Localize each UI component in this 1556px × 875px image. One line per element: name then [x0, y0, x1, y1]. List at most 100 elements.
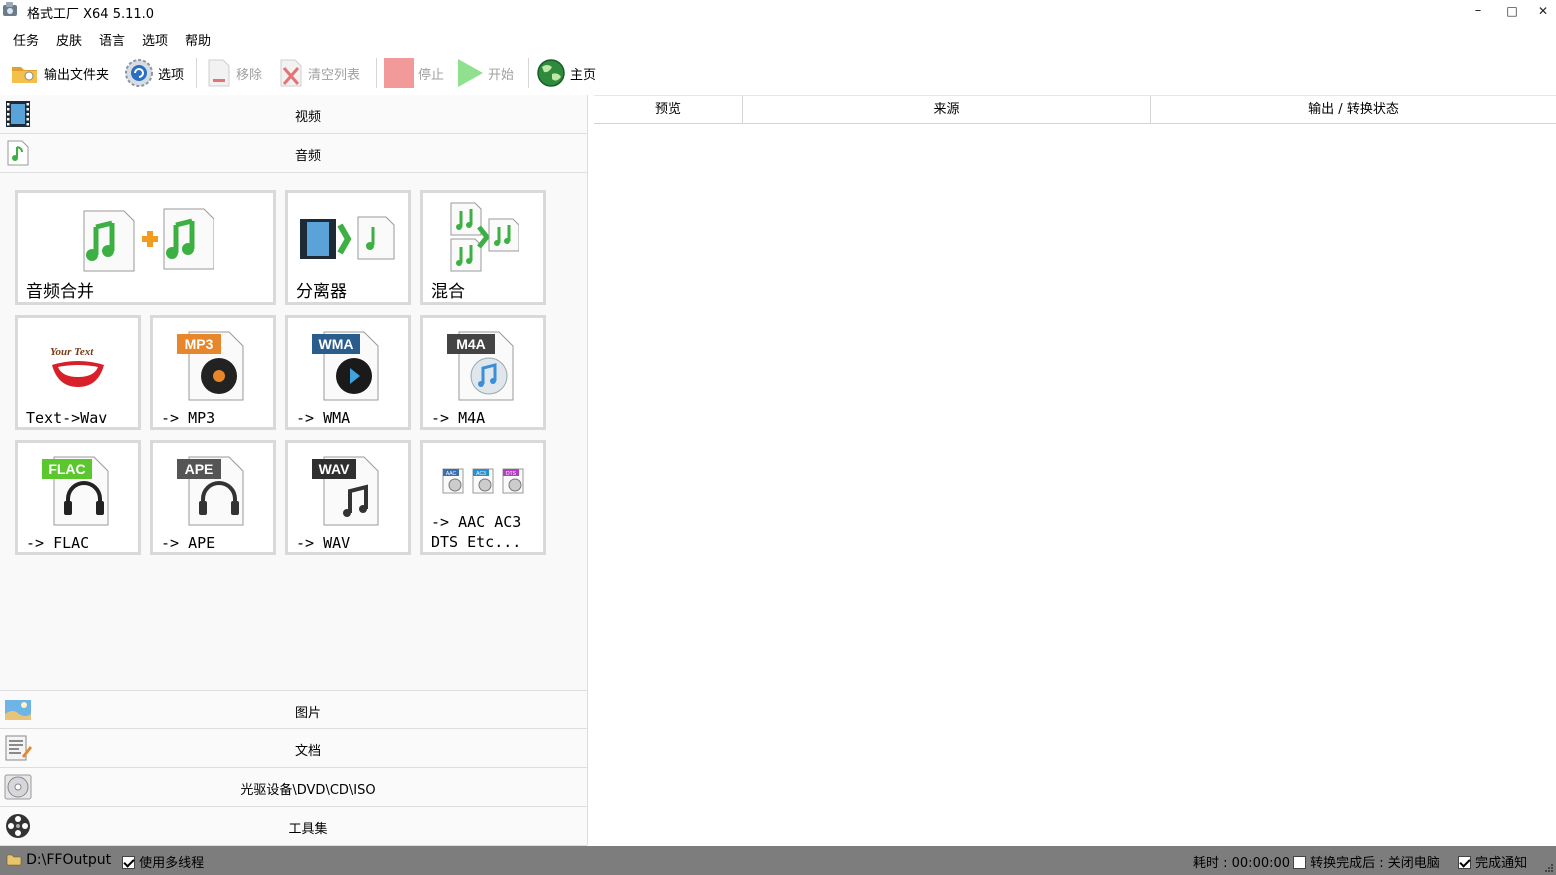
- remove-label: 移除: [236, 67, 263, 83]
- aac-badge: AAC: [446, 471, 457, 477]
- menu-language[interactable]: 语言: [99, 30, 125, 49]
- tile-m4a[interactable]: M4A -> M4A: [420, 315, 546, 430]
- title-bar: 格式工厂 X64 5.11.0 – □ ✕: [0, 0, 1556, 24]
- tile-ape-label: -> APE: [161, 534, 216, 552]
- tile-audio-merge-label: 音频合并: [26, 282, 94, 302]
- options-button[interactable]: 选项: [124, 56, 184, 90]
- wma-file-icon: WMA: [312, 331, 379, 401]
- column-preview[interactable]: 预览: [594, 96, 743, 124]
- category-optical[interactable]: 光驱设备\DVD\CD\ISO: [0, 768, 587, 807]
- menu-options[interactable]: 选项: [142, 30, 168, 49]
- flac-file-icon: FLAC: [42, 456, 109, 526]
- category-audio[interactable]: 音频: [0, 134, 587, 173]
- toolbar-separator: [376, 58, 377, 88]
- category-audio-label: 音频: [294, 149, 321, 164]
- menu-help[interactable]: 帮助: [185, 30, 211, 49]
- globe-icon: [537, 59, 565, 87]
- tile-text-to-wav[interactable]: Your Text Text->Wav: [15, 315, 141, 430]
- gear-icon: [125, 59, 153, 87]
- tile-wma[interactable]: WMA -> WMA: [285, 315, 411, 430]
- column-source[interactable]: 来源: [743, 96, 1151, 124]
- maximize-button[interactable]: □: [1496, 0, 1528, 24]
- notify-checkbox[interactable]: [1458, 856, 1471, 869]
- after-convert-checkbox[interactable]: [1293, 856, 1306, 869]
- clear-list-label: 清空列表: [308, 67, 361, 83]
- tile-audio-merge[interactable]: 音频合并: [15, 190, 276, 305]
- tile-splitter[interactable]: 分离器: [285, 190, 411, 305]
- tile-aac-ac3-dts[interactable]: AAC AC3 DTS -> AAC AC3 DTS Etc...: [420, 440, 546, 555]
- category-panel: 视频 音频 音频合并 分离器 混合 Your Text Text->Wav MP…: [0, 95, 588, 846]
- menu-task[interactable]: 任务: [13, 30, 39, 49]
- category-picture[interactable]: 图片: [0, 690, 587, 729]
- multi-format-icon: AAC AC3 DTS: [442, 468, 524, 494]
- ac3-badge: AC3: [476, 471, 486, 477]
- ape-file-icon: APE: [177, 456, 244, 526]
- mp3-badge: MP3: [185, 336, 214, 352]
- category-video-label: 视频: [294, 110, 321, 125]
- ape-badge: APE: [185, 461, 214, 477]
- window-title: 格式工厂 X64 5.11.0: [27, 7, 155, 22]
- play-icon: [458, 59, 483, 87]
- task-list-header: 预览 来源 输出 / 转换状态: [594, 95, 1556, 124]
- status-bar: D:\FFOutput 使用多线程 耗时 : 00:00:00 转换完成后 : …: [0, 846, 1556, 875]
- category-document[interactable]: 文档: [0, 729, 587, 768]
- app-icon: [3, 2, 17, 16]
- menu-skin[interactable]: 皮肤: [56, 30, 82, 49]
- output-folder-button[interactable]: 输出文件夹: [10, 56, 109, 90]
- after-convert-label: 转换完成后 : 关闭电脑: [1310, 856, 1440, 871]
- folder-icon: [12, 67, 37, 83]
- tile-wav[interactable]: WAV -> WAV: [285, 440, 411, 555]
- home-button[interactable]: 主页: [536, 56, 596, 90]
- notify-option[interactable]: 完成通知: [1458, 852, 1527, 871]
- tile-mix[interactable]: 混合: [420, 190, 546, 305]
- home-label: 主页: [570, 67, 597, 83]
- output-folder-label: 输出文件夹: [44, 67, 110, 83]
- task-list: 预览 来源 输出 / 转换状态: [594, 95, 1556, 845]
- stop-button[interactable]: 停止: [384, 56, 444, 90]
- tile-m4a-label: -> M4A: [431, 409, 486, 427]
- column-output-status[interactable]: 输出 / 转换状态: [1151, 96, 1556, 124]
- audio-tool-grid: 音频合并 分离器 混合 Your Text Text->Wav MP3 -> M…: [0, 173, 587, 690]
- m4a-file-icon: M4A: [447, 331, 514, 401]
- multithread-option[interactable]: 使用多线程: [122, 852, 204, 871]
- audio-merge-icon: [83, 208, 214, 272]
- splitter-icon: [300, 216, 395, 260]
- your-text-caption: Your Text: [50, 346, 94, 358]
- toolbar-separator: [528, 58, 529, 88]
- resize-grip-icon[interactable]: [1544, 863, 1554, 873]
- start-button[interactable]: 开始: [456, 56, 514, 90]
- category-optical-label: 光驱设备\DVD\CD\ISO: [240, 783, 376, 798]
- output-path[interactable]: D:\FFOutput: [6, 852, 111, 868]
- tile-splitter-label: 分离器: [296, 282, 347, 302]
- folder-small-icon: [6, 854, 22, 866]
- category-document-label: 文档: [294, 744, 321, 759]
- mouth-icon: Your Text: [50, 346, 104, 387]
- tile-mp3[interactable]: MP3 -> MP3: [150, 315, 276, 430]
- clear-list-button[interactable]: 清空列表: [278, 56, 360, 90]
- wav-badge: WAV: [319, 461, 351, 477]
- start-label: 开始: [488, 67, 515, 83]
- toolbar: 输出文件夹 选项 移除 清空列表 停止 开始 主页: [0, 54, 1556, 92]
- remove-doc-icon: [208, 59, 230, 87]
- notify-label: 完成通知: [1475, 856, 1528, 871]
- tile-wma-label: -> WMA: [296, 409, 351, 427]
- dts-badge: DTS: [506, 471, 517, 477]
- tile-mp3-label: -> MP3: [161, 409, 216, 427]
- multithread-label: 使用多线程: [139, 856, 205, 871]
- stop-label: 停止: [418, 67, 445, 83]
- menu-bar: 任务 皮肤 语言 选项 帮助: [0, 26, 1556, 50]
- multithread-checkbox[interactable]: [122, 856, 135, 869]
- output-path-label: D:\FFOutput: [26, 852, 112, 868]
- remove-button[interactable]: 移除: [206, 56, 262, 90]
- wma-badge: WMA: [319, 336, 354, 352]
- category-tools[interactable]: 工具集: [0, 807, 587, 846]
- tile-ape[interactable]: APE -> APE: [150, 440, 276, 555]
- after-convert-option[interactable]: 转换完成后 : 关闭电脑: [1293, 852, 1440, 871]
- category-video[interactable]: 视频: [0, 95, 587, 134]
- tile-text-to-wav-label: Text->Wav: [26, 409, 108, 427]
- tile-flac[interactable]: FLAC -> FLAC: [15, 440, 141, 555]
- close-button[interactable]: ✕: [1527, 0, 1556, 24]
- minimize-button[interactable]: –: [1462, 0, 1494, 24]
- mp3-file-icon: MP3: [177, 331, 244, 401]
- elapsed-time: 耗时 : 00:00:00: [1193, 856, 1291, 871]
